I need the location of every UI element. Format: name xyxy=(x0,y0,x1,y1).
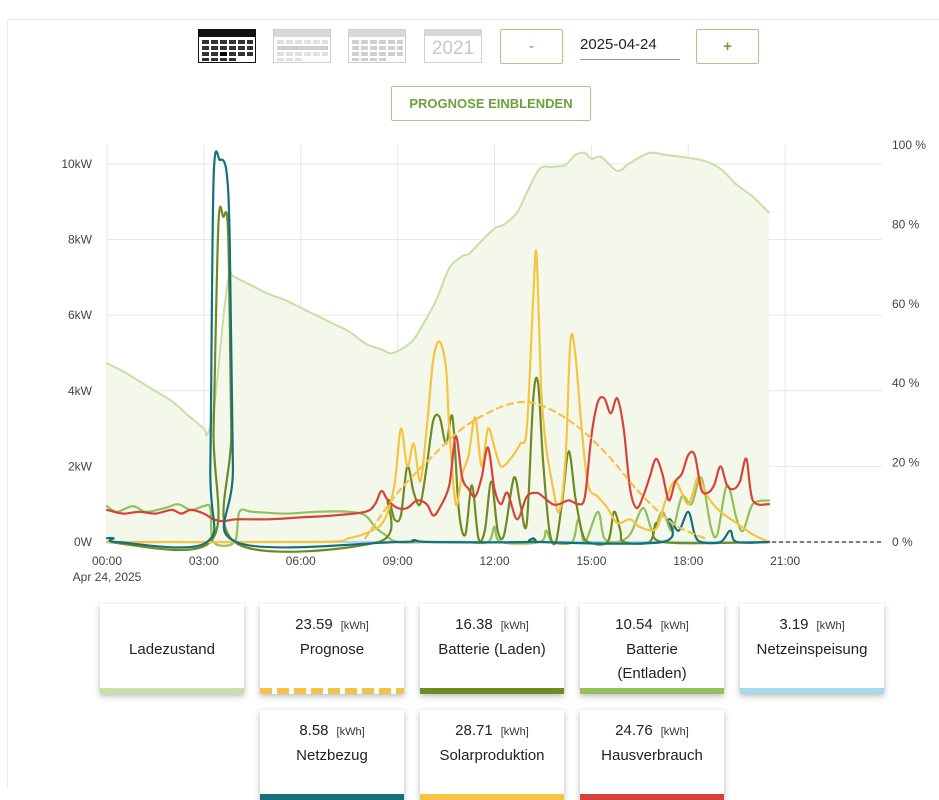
card-solarproduktion[interactable]: 28.71 [kWh] Solarproduktion xyxy=(420,710,564,800)
y-right-tick-label: 20 % xyxy=(892,456,920,470)
color-bar xyxy=(420,688,564,694)
color-bar xyxy=(420,794,564,800)
card-value: 28.71 xyxy=(455,722,493,739)
card-value-row: 10.54 [kWh] xyxy=(580,616,724,633)
card-label: Solarproduktion xyxy=(439,747,545,764)
card-prognose[interactable]: 23.59 [kWh] Prognose xyxy=(260,604,404,694)
x-tick-label: 18:00 xyxy=(673,554,703,568)
card-unit: [kWh] xyxy=(500,726,529,738)
x-axis-date-label: Apr 24, 2025 xyxy=(73,570,142,584)
card-value-row: 3.19 [kWh] xyxy=(740,616,884,633)
top-divider xyxy=(8,19,939,20)
x-tick-label: 15:00 xyxy=(576,554,606,568)
y-left-tick-label: 2kW xyxy=(68,459,93,473)
y-right-tick-label: 0 % xyxy=(892,535,913,549)
energy-chart: 0W 2kW 4kW 6kW 8kW 10kW 0 % 20 % 40 % 60 % 80 % 10… xyxy=(61,138,926,584)
card-value: 23.59 xyxy=(295,616,333,633)
card-unit: [kWh] xyxy=(816,620,845,632)
color-bar xyxy=(260,688,404,694)
card-value-row: 28.71 [kWh] xyxy=(420,722,564,739)
y-right-tick-label: 80 % xyxy=(892,217,920,231)
card-label: Hausverbrauch xyxy=(601,747,703,764)
month-view-button[interactable] xyxy=(348,29,406,63)
card-batterie-laden[interactable]: 16.38 [kWh] Batterie (Laden) xyxy=(420,604,564,694)
color-bar xyxy=(260,794,404,800)
card-value: 3.19 xyxy=(779,616,809,633)
card-label: Prognose xyxy=(299,641,365,658)
color-bar xyxy=(580,794,724,800)
x-tick-label: 09:00 xyxy=(383,554,413,568)
card-value-row: 8.58 [kWh] xyxy=(260,722,404,739)
card-value-row: 23.59 [kWh] xyxy=(260,616,404,633)
color-bar xyxy=(740,688,884,694)
card-unit: [kWh] xyxy=(660,620,689,632)
calendar-day-icon xyxy=(198,29,256,63)
x-tick-label: 06:00 xyxy=(286,554,316,568)
card-netzeinspeisung[interactable]: 3.19 [kWh] Netzeinspeisung xyxy=(740,604,884,694)
card-label: Ladezustand xyxy=(129,641,215,658)
card-value-row: 16.38 [kWh] xyxy=(420,616,564,633)
y-left-tick-label: 6kW xyxy=(68,308,93,322)
card-label: Netzbezug xyxy=(296,747,368,764)
week-view-button[interactable] xyxy=(273,29,331,63)
card-unit: [kWh] xyxy=(340,620,369,632)
card-netzbezug[interactable]: 8.58 [kWh] Netzbezug xyxy=(260,710,404,800)
show-forecast-label: PROGNOSE EINBLENDEN xyxy=(409,96,573,111)
y-left-tick-label: 4kW xyxy=(68,384,93,398)
card-value: 8.58 xyxy=(299,722,329,739)
card-ladezustand[interactable]: Ladezustand xyxy=(100,604,244,694)
card-value-row: 24.76 [kWh] xyxy=(580,722,724,739)
y-left-tick-label: 0W xyxy=(74,535,93,549)
card-label: Netzeinspeisung xyxy=(756,641,868,658)
y-right-tick-label: 40 % xyxy=(892,376,920,390)
y-right-tick-label: 60 % xyxy=(892,297,920,311)
color-bar xyxy=(580,688,724,694)
calendar-week-icon xyxy=(273,29,331,63)
card-value: 10.54 xyxy=(615,616,653,633)
x-tick-label: 00:00 xyxy=(92,554,122,568)
year-view-button[interactable]: 2021 xyxy=(424,29,482,63)
color-bar xyxy=(100,688,244,694)
y-left-tick-label: 8kW xyxy=(68,233,93,247)
card-value: 24.76 xyxy=(615,722,653,739)
previous-day-button[interactable]: - xyxy=(500,29,563,64)
calendar-month-icon xyxy=(348,29,406,63)
card-label: Batterie (Entladen) xyxy=(617,641,687,682)
date-input[interactable] xyxy=(580,30,680,60)
card-batterie-entladen[interactable]: 10.54 [kWh] Batterie (Entladen) xyxy=(580,604,724,694)
card-label: Batterie (Laden) xyxy=(438,641,546,658)
show-forecast-button[interactable]: PROGNOSE EINBLENDEN xyxy=(391,86,591,121)
next-day-button[interactable]: + xyxy=(696,29,759,64)
day-view-button[interactable] xyxy=(198,29,256,63)
x-tick-label: 03:00 xyxy=(189,554,219,568)
x-tick-label: 12:00 xyxy=(479,554,509,568)
x-tick-label: 21:00 xyxy=(770,554,800,568)
card-value: 16.38 xyxy=(455,616,493,633)
minus-label: - xyxy=(529,38,534,55)
card-unit: [kWh] xyxy=(500,620,529,632)
y-right-tick-label: 100 % xyxy=(892,138,926,152)
y-left-tick-label: 10kW xyxy=(61,157,92,171)
series-area-ladezustand xyxy=(107,152,769,542)
card-unit: [kWh] xyxy=(660,726,689,738)
card-hausverbrauch[interactable]: 24.76 [kWh] Hausverbrauch xyxy=(580,710,724,800)
card-unit: [kWh] xyxy=(336,726,365,738)
plus-label: + xyxy=(723,38,732,55)
year-view-label: 2021 xyxy=(431,38,475,59)
